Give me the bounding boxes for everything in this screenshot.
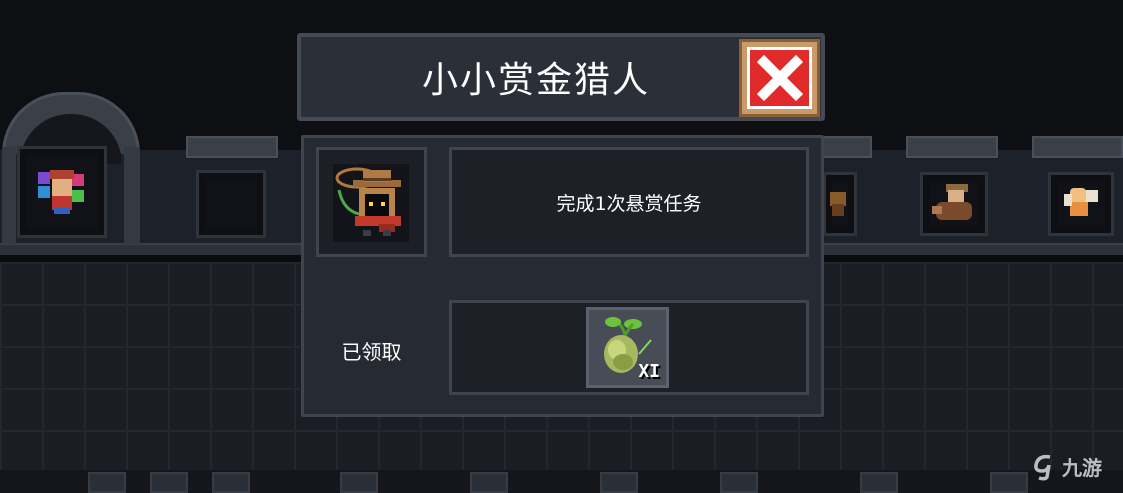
reward-item-slot[interactable]: XI bbox=[586, 307, 669, 388]
floor-brick bbox=[720, 472, 758, 493]
pixel-character-icon bbox=[828, 190, 850, 218]
pixel-winged-character-icon bbox=[1062, 184, 1102, 224]
dialog-title: 小小赏金猎人 bbox=[421, 60, 650, 101]
nine-game-logo-icon bbox=[1034, 454, 1051, 481]
reward-quantity: XI bbox=[638, 361, 660, 382]
floor-brick bbox=[340, 472, 378, 493]
pixel-boar-rider-icon bbox=[932, 184, 978, 224]
pixel-hero-with-blocks-icon bbox=[38, 170, 86, 214]
floor-brick bbox=[212, 472, 250, 493]
floor-brick bbox=[150, 472, 188, 493]
close-icon bbox=[747, 47, 812, 109]
pillar-cap bbox=[1032, 136, 1123, 158]
floor-brick bbox=[600, 472, 638, 493]
character-slot-empty[interactable] bbox=[196, 170, 266, 238]
task-description: 完成1次悬赏任务 bbox=[556, 192, 702, 215]
task-description-box: 完成1次悬赏任务 bbox=[449, 147, 809, 257]
floor-brick bbox=[990, 472, 1028, 493]
close-button[interactable] bbox=[739, 39, 820, 117]
achievement-icon-frame bbox=[316, 147, 427, 257]
watermark: 九游 bbox=[1030, 452, 1102, 481]
floor-brick bbox=[470, 472, 508, 493]
bounty-hunter-icon bbox=[333, 164, 409, 242]
pillar-cap bbox=[820, 136, 872, 158]
floor-brick bbox=[88, 472, 126, 493]
pillar-cap bbox=[906, 136, 998, 158]
floor-brick bbox=[860, 472, 898, 493]
pillar-cap bbox=[186, 136, 278, 158]
claim-status: 已领取 bbox=[341, 340, 402, 364]
watermark-text: 九游 bbox=[1062, 456, 1102, 480]
